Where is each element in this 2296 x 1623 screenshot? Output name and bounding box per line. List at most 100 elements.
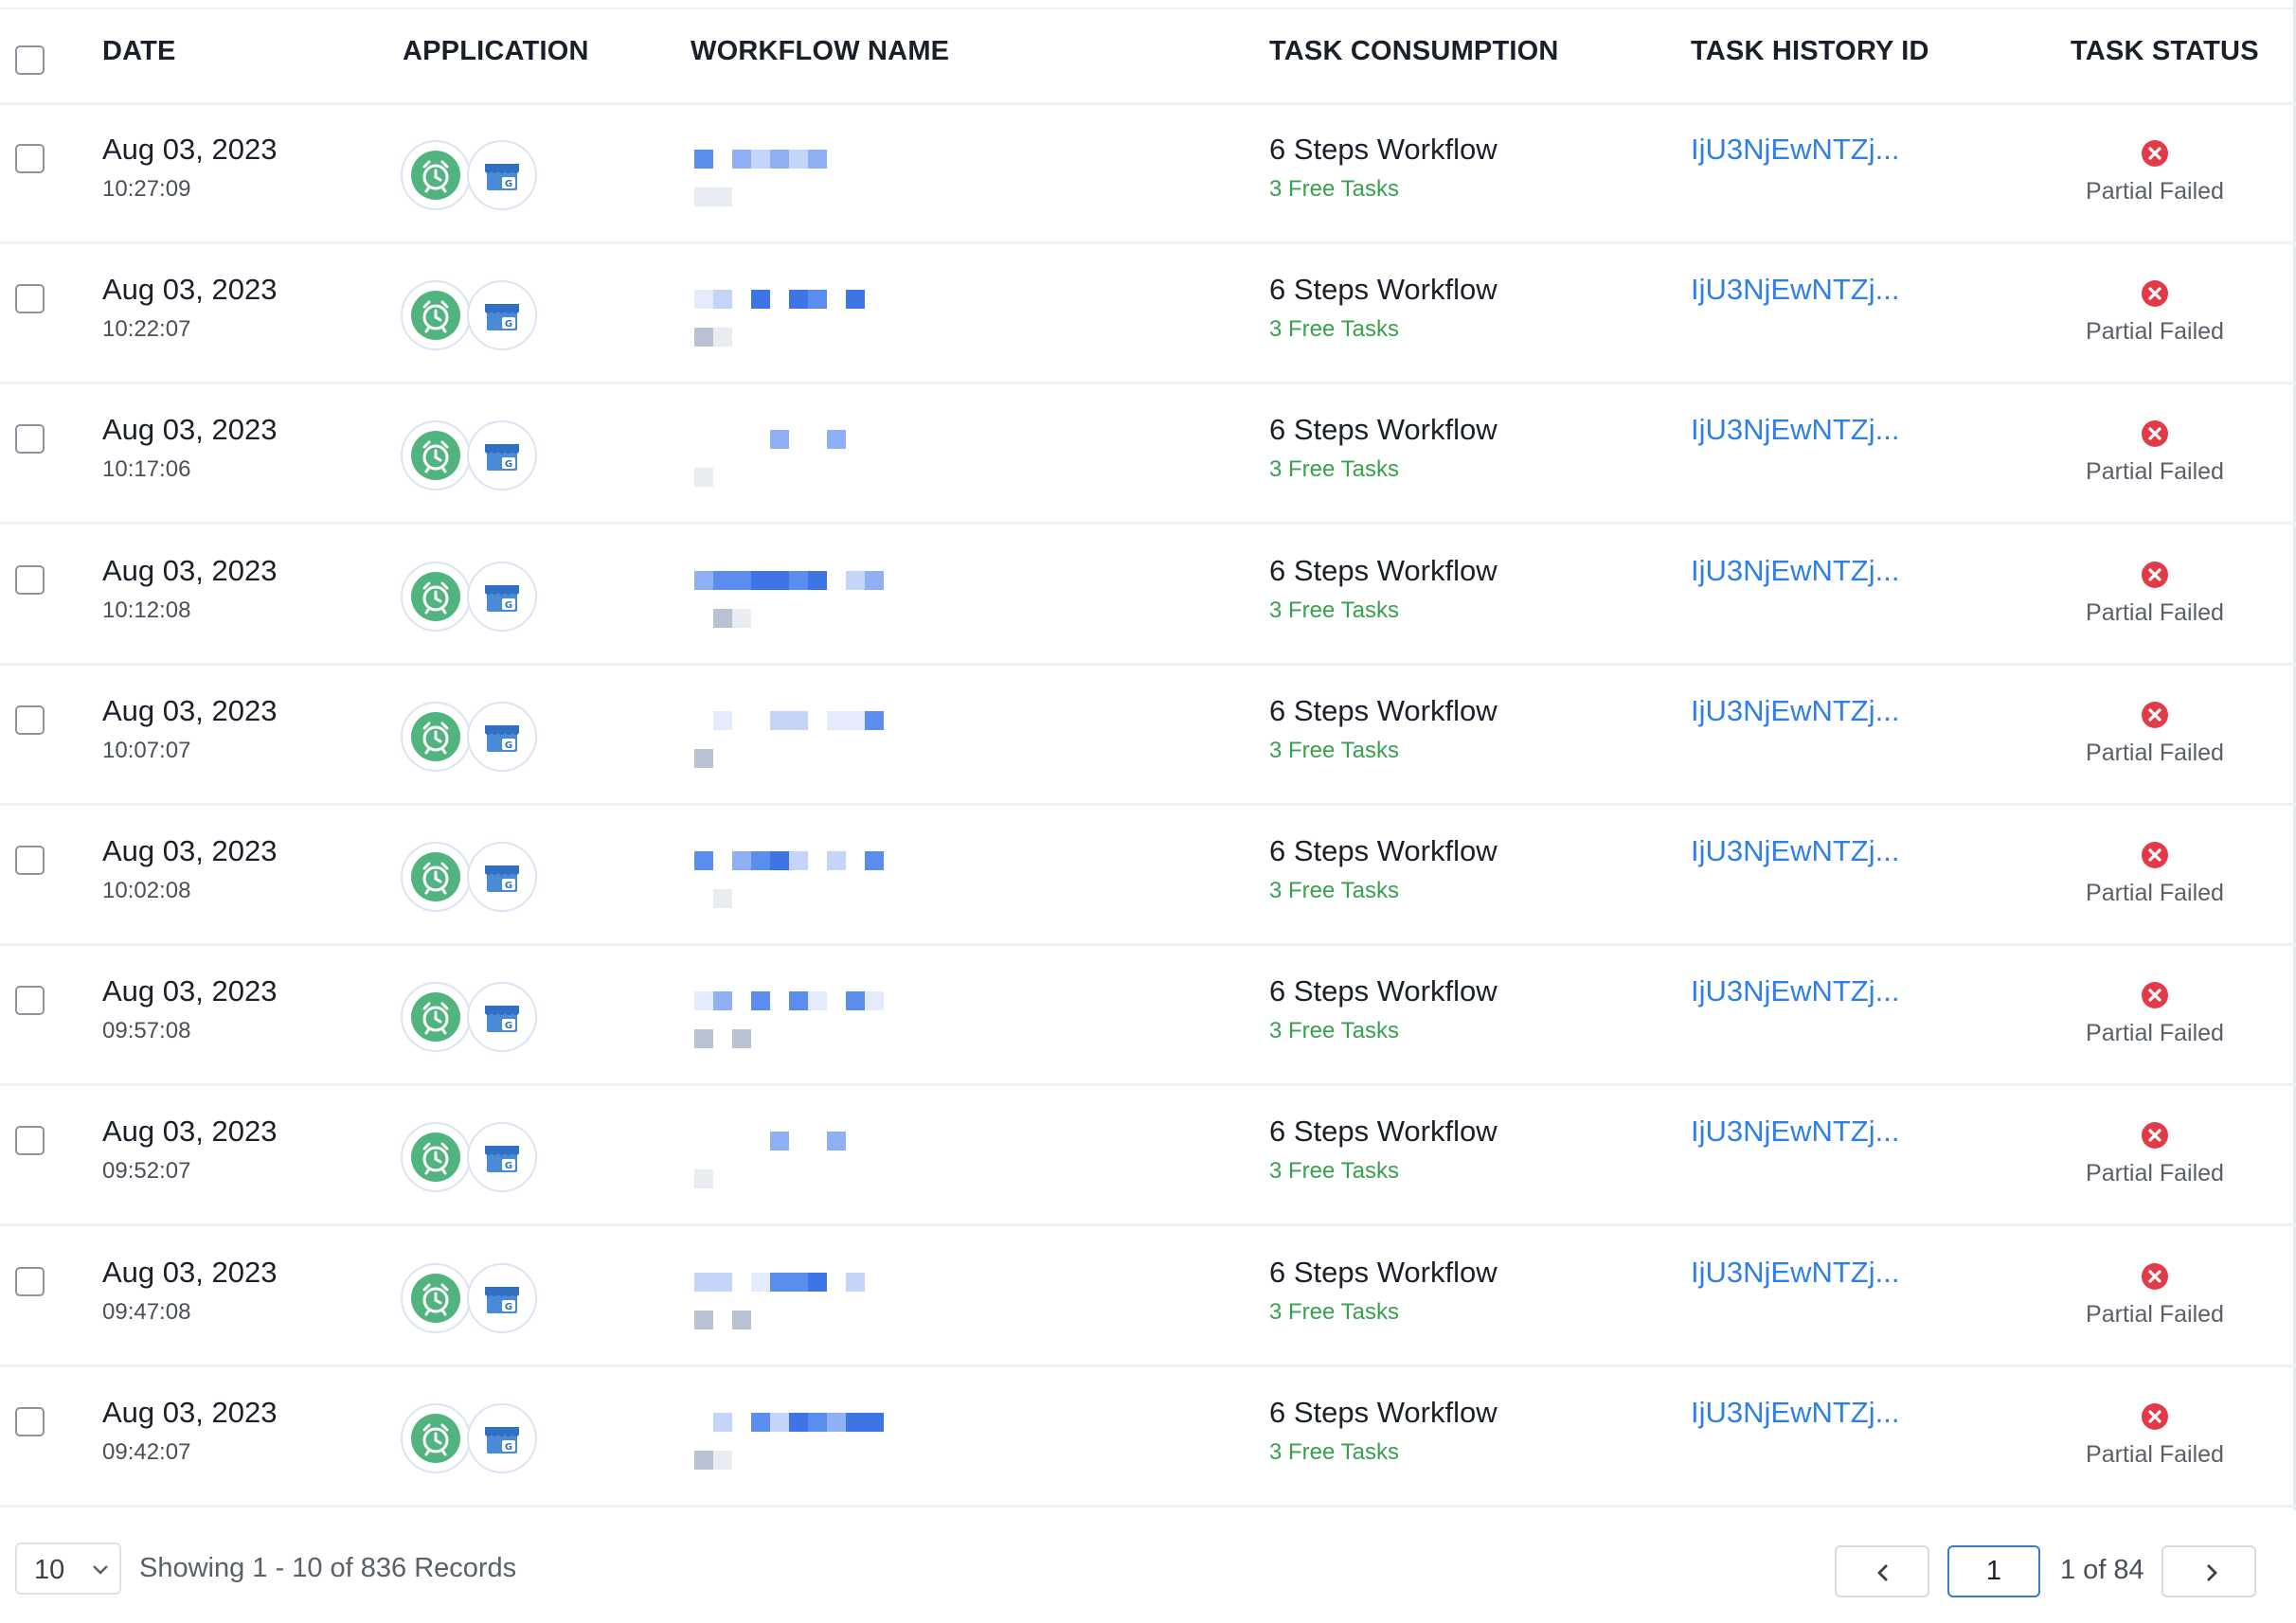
redacted-pixel [732,609,751,628]
current-page-input[interactable]: 1 [1947,1545,2040,1597]
redacted-pixel [694,1451,713,1470]
header-task-status: TASK STATUS [2071,36,2259,66]
task-history-id-link[interactable]: IjU3NjEwNTZj... [1691,273,1899,307]
row-time: 09:42:07 [102,1439,191,1465]
row-time: 10:27:09 [102,176,191,202]
page-size-select[interactable]: 10 [15,1543,121,1595]
row-time: 10:22:07 [102,316,191,342]
alarm-clock-icon [401,1122,471,1192]
row-checkbox[interactable] [15,705,45,735]
google-my-business-icon: G [467,982,537,1052]
row-time: 10:12:08 [102,597,191,623]
redacted-pixel [827,430,846,449]
table-row[interactable]: Aug 03, 2023 09:47:08 G 6 Steps Workflow… [0,1227,2296,1367]
redacted-pixel [713,328,732,347]
alarm-clock-icon [401,140,471,210]
redacted-pixel [713,1451,732,1470]
redacted-pixel [694,571,713,590]
redacted-pixel [846,991,865,1010]
svg-text:G: G [505,459,512,470]
row-checkbox[interactable] [15,1126,45,1155]
row-checkbox[interactable] [15,284,45,313]
row-checkbox[interactable] [15,424,45,454]
row-date: Aug 03, 2023 [102,1115,278,1148]
task-history-id-link[interactable]: IjU3NjEwNTZj... [1691,694,1899,728]
task-history-id-link[interactable]: IjU3NjEwNTZj... [1691,1396,1899,1430]
row-time: 09:57:08 [102,1018,191,1043]
redacted-pixel [694,328,713,347]
redacted-pixel [865,991,884,1010]
task-consumption: 6 Steps Workflow [1269,133,1498,166]
row-checkbox[interactable] [15,144,45,173]
google-my-business-icon: G [467,280,537,350]
redacted-pixel [770,1413,789,1432]
next-page-button[interactable] [2161,1545,2256,1597]
row-checkbox[interactable] [15,846,45,875]
svg-text:G: G [505,1021,512,1031]
google-my-business-icon: G [467,1122,537,1192]
table-row[interactable]: Aug 03, 2023 10:27:09 G 6 Steps Workflow… [0,104,2296,244]
task-history-id-link[interactable]: IjU3NjEwNTZj... [1691,974,1899,1008]
error-x-icon [2142,842,2168,868]
task-consumption: 6 Steps Workflow [1269,974,1498,1008]
row-divider [0,1505,2296,1507]
row-time: 09:52:07 [102,1158,191,1184]
redacted-pixel [808,1413,827,1432]
header-date[interactable]: DATE [102,36,176,67]
free-tasks: 3 Free Tasks [1269,597,1399,623]
task-status: Partial Failed [2086,1160,2224,1186]
row-checkbox[interactable] [15,1267,45,1296]
task-consumption: 6 Steps Workflow [1269,554,1498,587]
table-row[interactable]: Aug 03, 2023 10:02:08 G 6 Steps Workflow… [0,806,2296,946]
redacted-pixel [713,711,732,730]
redacted-pixel [751,991,770,1010]
task-history-id-link[interactable]: IjU3NjEwNTZj... [1691,413,1899,447]
task-history-id-link[interactable]: IjU3NjEwNTZj... [1691,133,1899,167]
row-date: Aug 03, 2023 [102,834,278,867]
task-history-id-link[interactable]: IjU3NjEwNTZj... [1691,1115,1899,1149]
redacted-pixel [694,290,713,309]
redacted-pixel [713,1273,732,1292]
free-tasks: 3 Free Tasks [1269,878,1399,903]
alarm-clock-icon [401,702,471,772]
table-row[interactable]: Aug 03, 2023 09:42:07 G 6 Steps Workflow… [0,1367,2296,1507]
redacted-pixel [827,711,846,730]
svg-text:G: G [505,881,512,891]
redacted-pixel [694,851,713,870]
redacted-pixel [770,150,789,169]
free-tasks: 3 Free Tasks [1269,738,1399,763]
table-row[interactable]: Aug 03, 2023 09:52:07 G 6 Steps Workflow… [0,1086,2296,1226]
table-row[interactable]: Aug 03, 2023 10:17:06 G 6 Steps Workflow… [0,384,2296,525]
row-time: 09:47:08 [102,1299,191,1325]
select-all-checkbox[interactable] [15,45,45,75]
row-date: Aug 03, 2023 [102,1256,278,1289]
redacted-pixel [713,290,732,309]
task-history-id-link[interactable]: IjU3NjEwNTZj... [1691,1256,1899,1290]
records-summary: Showing 1 - 10 of 836 Records [139,1553,517,1583]
prev-page-button[interactable] [1835,1545,1929,1597]
task-history-id-link[interactable]: IjU3NjEwNTZj... [1691,554,1899,588]
error-x-icon [2142,702,2168,728]
row-time: 10:02:08 [102,878,191,903]
redacted-pixel [789,851,808,870]
row-checkbox[interactable] [15,565,45,595]
table-row[interactable]: Aug 03, 2023 10:07:07 G 6 Steps Workflow… [0,666,2296,806]
header-task-history-id: TASK HISTORY ID [1691,36,1929,66]
table-row[interactable]: Aug 03, 2023 09:57:08 G 6 Steps Workflow… [0,946,2296,1086]
redacted-pixel [713,571,732,590]
error-x-icon [2142,1403,2168,1430]
free-tasks: 3 Free Tasks [1269,176,1399,202]
row-date: Aug 03, 2023 [102,694,278,727]
task-consumption: 6 Steps Workflow [1269,1396,1498,1429]
table-row[interactable]: Aug 03, 2023 10:22:07 G 6 Steps Workflow… [0,244,2296,384]
row-checkbox[interactable] [15,986,45,1015]
table-row[interactable]: Aug 03, 2023 10:12:08 G 6 Steps Workflow… [0,526,2296,666]
redacted-pixel [846,711,865,730]
task-history-id-link[interactable]: IjU3NjEwNTZj... [1691,834,1899,868]
redacted-pixel [751,1413,770,1432]
svg-text:G: G [505,179,512,189]
task-status: Partial Failed [2086,458,2224,485]
row-checkbox[interactable] [15,1407,45,1436]
task-consumption: 6 Steps Workflow [1269,273,1498,306]
redacted-pixel [827,851,846,870]
